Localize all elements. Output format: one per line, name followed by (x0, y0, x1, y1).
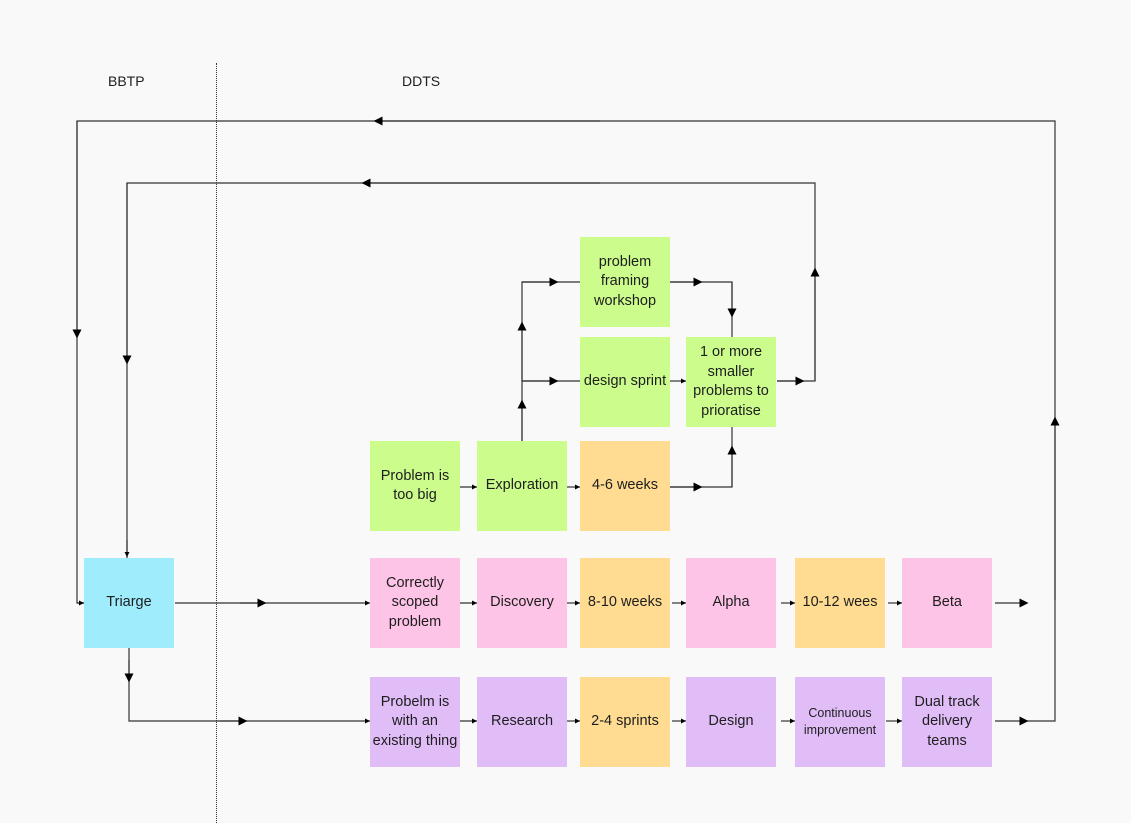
node-correctly-scoped[interactable]: Correctly scoped problem (370, 558, 460, 648)
node-dual-track[interactable]: Dual track delivery teams (902, 677, 992, 767)
node-exploration[interactable]: Exploration (477, 441, 567, 531)
node-8-10-weeks[interactable]: 8-10 weeks (580, 558, 670, 648)
node-design[interactable]: Design (686, 677, 776, 767)
node-continuous-improvement[interactable]: Continuous improvement (795, 677, 885, 767)
node-alpha[interactable]: Alpha (686, 558, 776, 648)
node-4-6-weeks[interactable]: 4-6 weeks (580, 441, 670, 531)
node-existing-thing[interactable]: Probelm is with an existing thing (370, 677, 460, 767)
node-triage[interactable]: Triarge (84, 558, 174, 648)
node-problem-framing-workshop[interactable]: problem framing workshop (580, 237, 670, 327)
node-2-4-sprints[interactable]: 2-4 sprints (580, 677, 670, 767)
node-smaller-problems[interactable]: 1 or more smaller problems to prioratise (686, 337, 776, 427)
node-beta[interactable]: Beta (902, 558, 992, 648)
node-design-sprint[interactable]: design sprint (580, 337, 670, 427)
node-10-12-wees[interactable]: 10-12 wees (795, 558, 885, 648)
node-problem-too-big[interactable]: Problem is too big (370, 441, 460, 531)
node-discovery[interactable]: Discovery (477, 558, 567, 648)
node-research[interactable]: Research (477, 677, 567, 767)
